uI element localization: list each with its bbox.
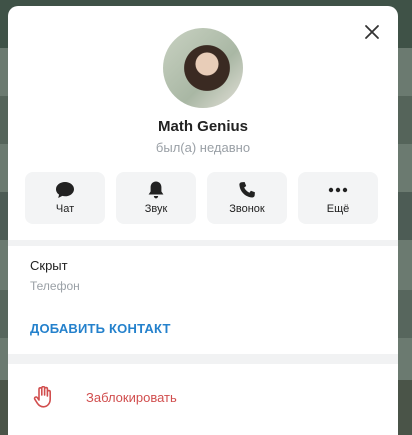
add-contact-button[interactable]: ДОБАВИТЬ КОНТАКТ xyxy=(30,321,171,336)
phone-label: Телефон xyxy=(30,279,80,293)
chat-button[interactable]: Чат xyxy=(25,172,105,224)
bell-icon xyxy=(147,180,165,200)
call-button[interactable]: Звонок xyxy=(207,172,287,224)
section-divider xyxy=(8,354,398,364)
hand-stop-icon xyxy=(33,385,53,413)
phone-value: Скрыт xyxy=(30,258,68,273)
close-icon xyxy=(365,25,379,39)
chat-bubble-icon xyxy=(55,180,75,200)
call-label: Звонок xyxy=(229,203,265,215)
block-label: Заблокировать xyxy=(86,390,177,405)
more-dots-icon xyxy=(328,180,348,200)
block-user-button[interactable]: Заблокировать xyxy=(8,364,398,430)
section-divider xyxy=(8,240,398,246)
profile-status: был(а) недавно xyxy=(155,140,251,155)
avatar[interactable] xyxy=(163,28,243,108)
more-button[interactable]: Ещё xyxy=(298,172,378,224)
mute-button[interactable]: Звук xyxy=(116,172,196,224)
close-button[interactable] xyxy=(360,20,384,44)
phone-icon xyxy=(238,180,256,200)
more-label: Ещё xyxy=(326,203,350,215)
profile-modal: Math Genius был(а) недавно Чат Звук Звон… xyxy=(8,6,398,435)
action-buttons: Чат Звук Звонок Ещё xyxy=(25,172,381,224)
profile-name: Math Genius xyxy=(157,118,248,135)
chat-label: Чат xyxy=(55,203,75,215)
mute-label: Звук xyxy=(144,203,168,215)
